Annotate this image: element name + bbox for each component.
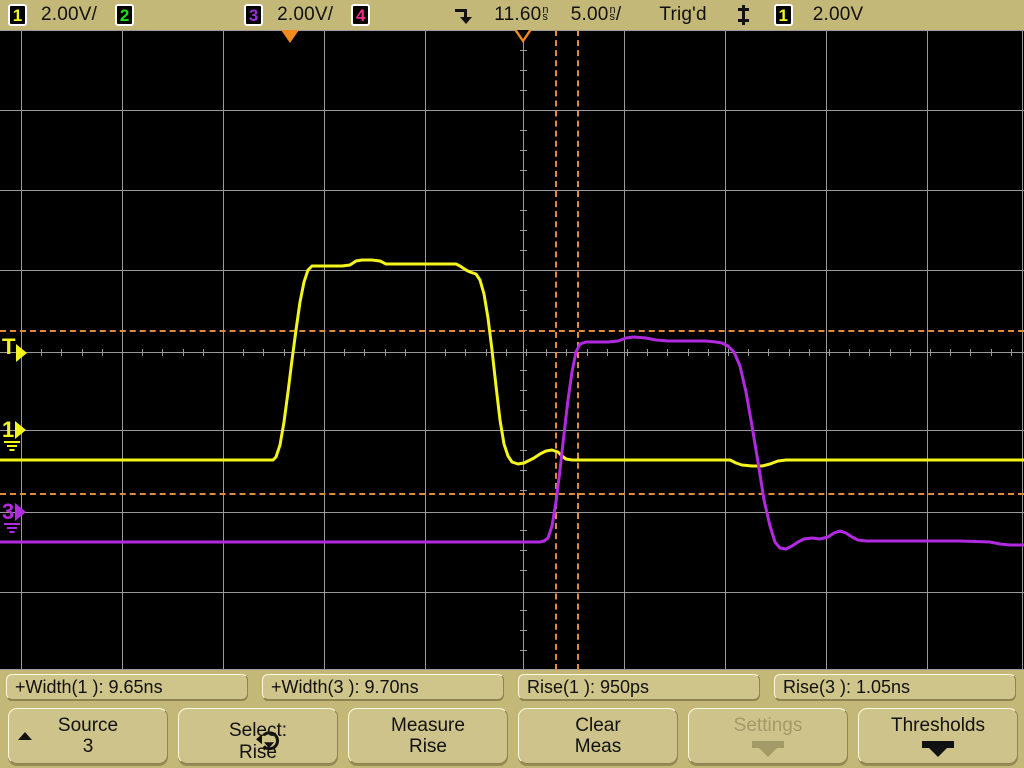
waveform-trace-ch3: [0, 337, 1024, 549]
trigger-level-marker-arrow: [16, 344, 27, 362]
down-arrow-icon: [918, 739, 958, 757]
waveform-trace-ch1: [0, 260, 1024, 466]
trigger-level-marker[interactable]: T: [2, 332, 27, 362]
softkey-clear-meas[interactable]: Clear Meas: [518, 708, 678, 764]
trigger-source-badge[interactable]: 1: [774, 4, 793, 26]
horizontal-delay[interactable]: 11.60ns: [494, 4, 548, 26]
channel-1-ground-symbol: [4, 441, 20, 450]
channel-4-badge[interactable]: 4: [351, 4, 370, 26]
measurement-item[interactable]: Rise(1 ): 950ps: [518, 674, 760, 700]
softkey-clear-meas-line1: Clear: [575, 715, 620, 736]
channel-3-scale[interactable]: 2.00V/: [277, 4, 333, 26]
channel-3-ground-marker[interactable]: 3: [2, 501, 26, 523]
channel-1-ground-marker-label: 1: [2, 419, 14, 441]
softkey-source[interactable]: Source 3: [8, 708, 168, 764]
channel-1-ground-marker-arrow: [15, 421, 26, 439]
trigger-status: Trig'd: [659, 4, 706, 26]
caret-up-icon: [18, 732, 32, 740]
oscilloscope-screen: 1 2.00V/ 2 3 2.00V/ 4 11.60ns 5.00ns/ Tr…: [0, 0, 1024, 768]
softkey-select[interactable]: Select: Rise: [178, 708, 338, 764]
channel-1-scale[interactable]: 2.00V/: [41, 4, 97, 26]
measurement-item[interactable]: Rise(3 ): 1.05ns: [774, 674, 1016, 700]
channel-1-ground-marker[interactable]: 1: [2, 419, 26, 441]
softkey-settings: Settings: [688, 708, 848, 764]
channel-3-ground-marker-label: 3: [2, 501, 14, 523]
channel-2-badge[interactable]: 2: [115, 4, 134, 26]
softkey-source-line2: 3: [83, 736, 94, 757]
timebase-scale-unit: ns: [610, 7, 616, 21]
measurement-item[interactable]: +Width(3 ): 9.70ns: [262, 674, 504, 700]
channel-1-badge[interactable]: 1: [8, 4, 27, 26]
softkey-source-line1: Source: [58, 715, 118, 736]
timebase-scale[interactable]: 5.00ns/: [571, 4, 622, 26]
channel-3-ground-marker-arrow: [15, 503, 26, 521]
softkey-thresholds-line1: Thresholds: [891, 715, 985, 736]
rotary-knob-icon: [256, 730, 278, 741]
trigger-slope-rising-icon[interactable]: [737, 5, 750, 25]
channel-3-badge[interactable]: 3: [244, 4, 263, 26]
horizontal-delay-unit: ns: [542, 7, 548, 21]
channel-3-ground-symbol: [4, 523, 20, 532]
softkey-settings-line1: Settings: [734, 715, 803, 736]
softkey-measure[interactable]: Measure Rise: [348, 708, 508, 764]
trigger-level[interactable]: 2.00V: [813, 4, 864, 26]
softkey-measure-line1: Measure: [391, 715, 465, 736]
softkey-measure-line2: Rise: [409, 736, 447, 757]
softkey-clear-meas-line2: Meas: [575, 736, 621, 757]
graticule[interactable]: T 1 3: [0, 30, 1024, 670]
waveform-canvas: [0, 30, 1024, 670]
down-arrow-icon-disabled: [748, 739, 788, 757]
horizontal-delay-value: 11.60: [494, 4, 541, 25]
timebase-scale-suffix: /: [616, 4, 621, 25]
trigger-position-icon: [452, 5, 472, 25]
top-status-bar: 1 2.00V/ 2 3 2.00V/ 4 11.60ns 5.00ns/ Tr…: [0, 0, 1024, 30]
timebase-scale-value: 5.00: [571, 4, 609, 25]
softkey-bar: Source 3 Select: Rise Measure Rise Clear…: [0, 704, 1024, 768]
softkey-thresholds[interactable]: Thresholds: [858, 708, 1018, 764]
measurement-item[interactable]: +Width(1 ): 9.65ns: [6, 674, 248, 700]
measurement-bar: +Width(1 ): 9.65ns +Width(3 ): 9.70ns Ri…: [0, 670, 1024, 704]
trigger-level-marker-label: T: [2, 336, 15, 358]
